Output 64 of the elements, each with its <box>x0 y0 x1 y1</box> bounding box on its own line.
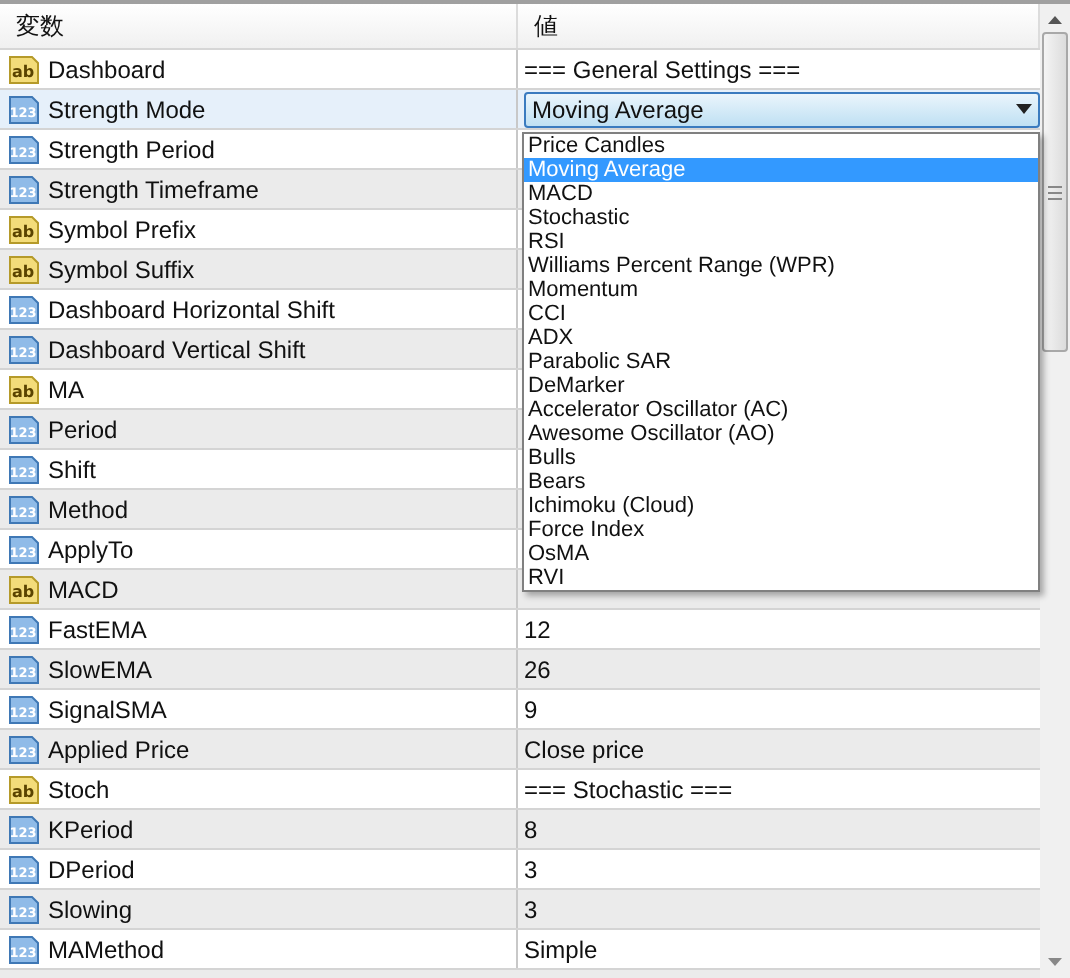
dropdown-option[interactable]: OsMA <box>524 542 1038 566</box>
parameter-name: Dashboard <box>48 55 166 83</box>
scroll-down-icon[interactable] <box>1048 958 1062 966</box>
parameter-value[interactable]: Simple <box>524 935 598 963</box>
parameter-name: Slowing <box>48 895 133 923</box>
parameter-name: ApplyTo <box>48 535 134 563</box>
parameter-value[interactable]: 3 <box>524 895 538 923</box>
dropdown-option[interactable]: Price Candles <box>524 134 1038 158</box>
dropdown-option[interactable]: Williams Percent Range (WPR) <box>524 254 1038 278</box>
text-type-icon: ab <box>8 373 40 405</box>
parameter-name: Strength Period <box>48 135 215 163</box>
parameter-value[interactable]: 12 <box>524 615 551 643</box>
grip-icon <box>1048 185 1062 199</box>
dropdown-option[interactable]: RVI <box>524 566 1038 590</box>
text-type-icon: ab <box>8 573 40 605</box>
text-type-icon: ab <box>8 773 40 805</box>
parameter-value[interactable]: === General Settings === <box>524 55 801 83</box>
dropdown-option[interactable]: RSI <box>524 230 1038 254</box>
dropdown-option[interactable]: CCI <box>524 302 1038 326</box>
parameter-name: Symbol Suffix <box>48 255 195 283</box>
caret-icon <box>1016 104 1032 114</box>
dropdown-option[interactable]: Bears <box>524 470 1038 494</box>
parameter-name: Dashboard Horizontal Shift <box>48 295 335 323</box>
parameter-name: DPeriod <box>48 855 135 883</box>
parameter-name: Dashboard Vertical Shift <box>48 335 306 363</box>
parameter-name: Strength Timeframe <box>48 175 259 203</box>
parameter-value[interactable]: Close price <box>524 735 645 763</box>
parameter-name: MAMethod <box>48 935 165 963</box>
parameter-name: KPeriod <box>48 815 134 843</box>
text-type-icon: ab <box>8 213 40 245</box>
parameter-row[interactable]: ab Stoch === Stochastic === <box>0 770 1040 810</box>
parameter-name: Shift <box>48 455 97 483</box>
parameter-value[interactable]: 9 <box>524 695 538 723</box>
parameter-name: Stoch <box>48 775 110 803</box>
scrollbar[interactable] <box>1040 4 1070 978</box>
parameter-name: SlowEMA <box>48 655 153 683</box>
dropdown-option[interactable]: Stochastic <box>524 206 1038 230</box>
parameter-name: Strength Mode <box>48 95 206 123</box>
dropdown-option[interactable]: MACD <box>524 182 1038 206</box>
dropdown-option[interactable]: ADX <box>524 326 1038 350</box>
dropdown-option[interactable]: Awesome Oscillator (AO) <box>524 422 1038 446</box>
dropdown-option[interactable]: Parabolic SAR <box>524 350 1038 374</box>
scroll-up-icon[interactable] <box>1048 16 1062 24</box>
parameter-name: Applied Price <box>48 735 190 763</box>
parameter-name: Symbol Prefix <box>48 215 197 243</box>
text-type-icon: ab <box>8 253 40 285</box>
parameter-value[interactable]: 26 <box>524 655 551 683</box>
dropdown-field[interactable]: Moving Average <box>524 91 1040 127</box>
parameter-name: MA <box>48 375 84 403</box>
parameter-name: Period <box>48 415 118 443</box>
parameter-value[interactable]: 8 <box>524 815 538 843</box>
dropdown-option[interactable]: DeMarker <box>524 374 1038 398</box>
parameter-name: Method <box>48 495 129 523</box>
parameter-row[interactable]: ab Dashboard === General Settings === <box>0 50 1040 90</box>
text-type-icon: ab <box>8 53 40 85</box>
dropdown-option[interactable]: Ichimoku (Cloud) <box>524 494 1038 518</box>
parameter-name: MACD <box>48 575 119 603</box>
parameter-value[interactable]: === Stochastic === <box>524 775 733 803</box>
parameter-name: FastEMA <box>48 615 147 643</box>
parameter-value[interactable]: 3 <box>524 855 538 883</box>
column-header[interactable]: 変数 <box>0 4 518 48</box>
scroll-thumb[interactable] <box>1042 32 1068 352</box>
parameter-name: SignalSMA <box>48 695 167 723</box>
dropdown-option[interactable]: Bulls <box>524 446 1038 470</box>
